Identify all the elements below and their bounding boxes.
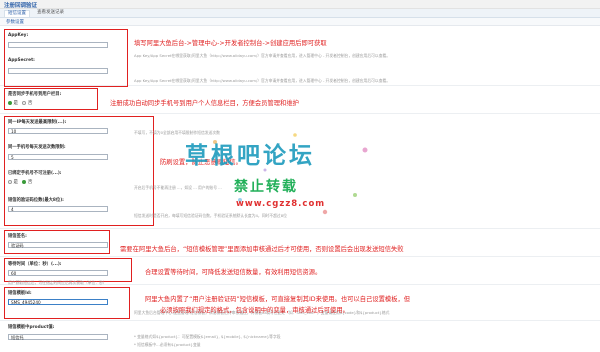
note-interval: 合理设置等待时间，可降低发送短信数量，有效利用短信资源。 (145, 269, 322, 276)
template-id-input[interactable]: SMS_4945240 (8, 299, 108, 305)
row-divider (0, 256, 600, 257)
note-template-line2: 必须按照我们规定的格式，包含说明中的变量，审核通过后可使用。 (160, 307, 349, 314)
sign-input[interactable]: 验证码 (8, 242, 108, 248)
appsecret-input[interactable] (8, 68, 108, 74)
ip-limit-label: 同一IP每天发送最高限制(...): (8, 120, 67, 125)
section-header: 参数设置 (0, 18, 600, 26)
appkey-help-text: App Key/App Secret在哪里获取(阿里大鱼（http://www.… (134, 53, 391, 58)
template-label: 短信模板Id: (8, 291, 32, 296)
row-divider (0, 113, 600, 114)
product-input[interactable]: 短信托 (8, 334, 108, 340)
tab-bar: 短信设置 查看发送记录 (0, 9, 600, 18)
tab-send-records[interactable]: 查看发送记录 (34, 10, 67, 16)
interval-input[interactable]: 60 (8, 270, 108, 276)
reg-yes-radio[interactable] (8, 179, 12, 184)
sync-mobile-label: 是否同步手机号到用户栏目: (8, 92, 62, 97)
mobile-limit-input[interactable]: 5 (8, 154, 108, 160)
ip-limit-input[interactable]: 10 (8, 128, 108, 134)
appsecret-label: AppSecret: (8, 58, 35, 63)
app-title: 注册回调验证 (4, 3, 38, 9)
appsecret-help-text: App Key/App Secret在哪里获取(阿里大鱼（http://www.… (134, 78, 391, 83)
interval-help-text: 用户获取短信后，可在指定时间过后再次获取（单位：秒） (8, 280, 107, 285)
code-length-label: 短信的验证码位数(最大8位): (8, 198, 64, 203)
sync-yes-label: 是 (13, 101, 18, 106)
note-appkey: 填写阿里大鱼后台->管理中心->开发者控制台->创建应用后即可获取 (134, 40, 327, 47)
reg-yes-label: 是 (13, 180, 18, 185)
interval-label: 等待时间（单位：秒）(...): (8, 262, 62, 267)
watermark-subtitle: 禁止转载 (234, 179, 298, 195)
sync-no-radio[interactable] (22, 100, 27, 105)
appkey-label: AppKey: (8, 33, 29, 38)
window-titlebar: 注册回调验证 (0, 0, 600, 9)
mobile-limit-label: 同一手机号每天发送次数限制: (8, 145, 66, 150)
note-sign: 需要在阿里大鱼后台，“短信模板管理”里面添加审核通过后才可使用，否则设置后会出现… (120, 246, 404, 253)
sign-label: 短信签名: (8, 234, 27, 239)
product-help-text-2: * 短信模板中...必须有${product}变量 (134, 342, 201, 347)
product-label: 短信模板中product值: (8, 325, 55, 330)
section-title: 参数设置 (6, 20, 24, 25)
product-help-text-1: * 变量格式如${product}：可配置模板${email}, ${mobil… (134, 334, 281, 339)
reg-no-label: 否 (27, 180, 33, 185)
reg-check-options: 是 否 (8, 179, 32, 185)
sync-mobile-options: 是 否 (8, 100, 32, 106)
tab-sms-settings[interactable]: 短信设置 (4, 10, 30, 17)
watermark-title: 草根吧论坛 (185, 143, 315, 169)
appkey-input[interactable] (8, 42, 108, 48)
row-divider (0, 320, 600, 321)
reg-check-label: 已绑定手机号不可注册(...): (8, 171, 62, 176)
watermark-url: www.cgzz8.com (236, 199, 326, 209)
note-template-line1: 阿里大鱼内置了“用户注册验证码”短信模板，可直接复制其ID来使用。也可以自己设置… (145, 296, 411, 303)
reg-no-radio[interactable] (22, 179, 27, 184)
sync-yes-radio[interactable] (8, 100, 12, 105)
row-divider (0, 228, 600, 229)
note-sync: 注册成功自动同步手机号到用户个人信息栏目，方便会员管理和维护 (110, 100, 299, 107)
code-length-input[interactable]: 4 (8, 206, 108, 212)
sync-no-label: 否 (27, 101, 33, 106)
